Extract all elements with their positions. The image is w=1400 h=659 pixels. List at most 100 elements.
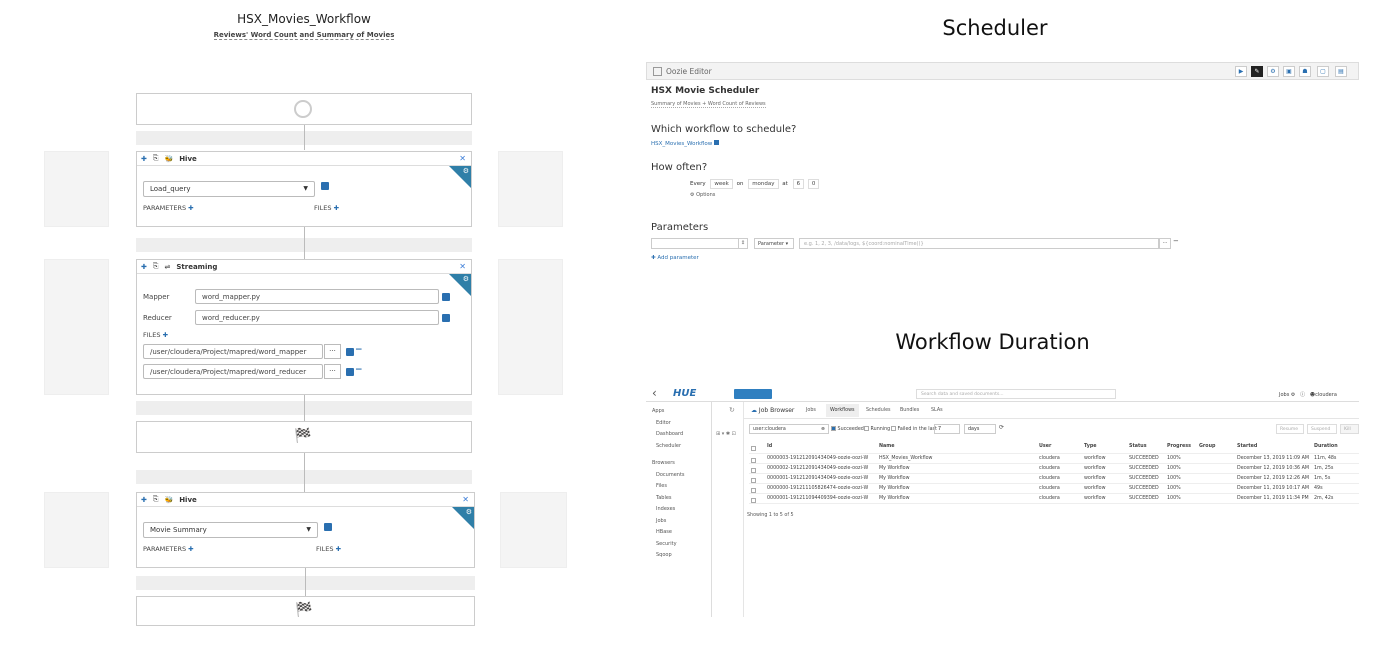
save-button[interactable]: ▣ [1283,66,1295,77]
sidebar-item-documents[interactable]: Documents [652,470,705,482]
col-type[interactable]: Type [1084,444,1097,449]
parameter-select[interactable]: ⇳ [651,238,748,249]
edit-button[interactable]: ✎ [1251,66,1263,77]
streaming-node[interactable]: ✚ ⎘ ⇌ Streaming ✕ ⚙ Mapper word_mapper.p… [136,259,472,395]
browse-button[interactable]: ... [324,344,341,359]
table-row[interactable]: 0000003-191212091434049-oozie-oozi-W HSX… [749,454,1359,464]
edit-icon[interactable] [321,182,329,190]
sidebar-item-dashboard[interactable]: Dashboard [652,429,705,441]
user-menu[interactable]: Jobs ⚙ ⓘ ☻cloudera [1279,391,1337,398]
table-row[interactable]: 0000002-191212091434049-oozie-oozi-W My … [749,464,1359,474]
sidebar-item-hbase[interactable]: HBase [652,527,705,539]
sidebar-item-security[interactable]: Security [652,539,705,551]
edit-icon[interactable] [714,140,720,145]
failed-filter[interactable]: Failed in the last [891,426,937,432]
drop-zone-left[interactable] [44,151,109,227]
edit-icon[interactable] [324,523,332,531]
col-name[interactable]: Name [879,444,895,449]
tab-slas[interactable]: SLAs [931,408,943,413]
day-select[interactable]: monday [748,179,779,189]
sidebar-item-scheduler[interactable]: Scheduler [652,441,705,453]
running-filter[interactable]: Running [864,426,890,432]
scheduler-name[interactable]: HSX Movie Scheduler [651,86,759,96]
refresh-icon[interactable]: ↻ [729,406,735,414]
close-icon[interactable]: ✕ [459,154,466,163]
parameter-type-button[interactable]: Parameter ▾ [754,238,794,249]
add-parameter-link[interactable]: ✚ Add parameter [651,255,699,261]
col-progress[interactable]: Progress [1167,444,1191,449]
col-status[interactable]: Status [1129,444,1147,449]
side-toggle-icons[interactable]: ⊞ ▾ ✱ ⊡ [716,431,736,437]
end-node[interactable]: 🏁 [136,421,472,453]
move-icon[interactable]: ✚ [141,263,147,271]
hue-logo[interactable]: HUE [673,388,696,399]
play-button[interactable]: ▶ [1235,66,1247,77]
copy-icon[interactable]: ⎘ [153,495,159,504]
drop-zone-left[interactable] [44,492,109,568]
query-select[interactable]: Movie Summary ▼ [143,522,318,538]
table-row[interactable]: 0000001-191212091434049-oozie-oozi-W My … [749,474,1359,484]
search-input[interactable]: Search data and saved documents... [916,389,1116,399]
row-checkbox[interactable] [751,458,756,463]
days-unit-select[interactable]: days [964,424,996,434]
succeeded-filter[interactable]: Succeeded [831,426,864,432]
copy-icon[interactable]: ⎘ [153,262,159,271]
remove-icon[interactable]: − [1173,237,1179,245]
period-select[interactable]: week [710,179,733,189]
suspend-button[interactable]: Suspend [1307,424,1337,434]
row-checkbox[interactable] [751,498,756,503]
start-node[interactable] [136,93,472,125]
user-filter-input[interactable]: user:cloudera ⊗ [749,424,829,434]
settings-button[interactable]: ⚙ [1267,66,1279,77]
parameter-browse[interactable]: … [1159,238,1171,249]
file-input-2[interactable]: /user/cloudera/Project/mapred/word_reduc… [143,364,323,379]
query-select[interactable]: Load_query ▼ [143,181,315,197]
drop-zone-left[interactable] [44,259,109,395]
refresh-filter-icon[interactable]: ⟳ [999,424,1004,431]
col-id[interactable]: Id [767,444,772,449]
users-button[interactable]: ☗ [1299,66,1311,77]
table-row[interactable]: 0000000-191211105826474-oozie-oozi-W My … [749,484,1359,494]
tab-workflows[interactable]: Workflows [826,404,859,417]
options-link[interactable]: ⚙ Options [690,192,715,198]
files-add[interactable]: FILES ✚ [314,204,339,212]
drop-zone-right[interactable] [498,259,563,395]
col-user[interactable]: User [1039,444,1051,449]
edit-icon[interactable] [442,293,450,301]
files-add[interactable]: FILES ✚ [316,545,341,553]
close-icon[interactable]: ✕ [459,262,466,271]
close-icon[interactable]: ✕ [462,495,469,504]
workflow-link[interactable]: HSX_Movies_Workflow [651,140,720,147]
sidebar-item-files[interactable]: Files [652,481,705,493]
table-row[interactable]: 0000001-191211094409394-oozie-oozi-W My … [749,494,1359,504]
parameter-value-input[interactable]: e.g. 1, 2, 3, /data/logs, ${coord:nomina… [799,238,1159,249]
remove-icon[interactable]: − [355,345,363,355]
col-duration[interactable]: Duration [1314,444,1338,449]
minute-select[interactable]: 0 [807,179,820,189]
row-checkbox[interactable] [751,468,756,473]
parameters-add[interactable]: PARAMETERS ✚ [143,545,194,553]
resume-button[interactable]: Resume [1276,424,1304,434]
edit-icon[interactable] [346,348,354,356]
back-icon[interactable]: ‹ [652,386,657,400]
sidebar-item-tables[interactable]: Tables [652,493,705,505]
scheduler-desc[interactable]: Summary of Movies + Word Count of Review… [651,101,766,108]
drop-zone-right[interactable] [500,492,567,568]
tab-bundles[interactable]: Bundles [900,408,919,413]
end-node[interactable]: 🏁 [136,596,475,626]
copy-icon[interactable]: ⎘ [153,154,159,163]
kill-button[interactable]: Kill [1340,424,1359,434]
new-button[interactable]: ▢ [1317,66,1329,77]
clear-icon[interactable]: ⊗ [821,427,825,432]
sidebar-item-indexes[interactable]: Indexes [652,504,705,516]
col-started[interactable]: Started [1237,444,1257,449]
drop-zone-right[interactable] [498,151,563,227]
tab-schedules[interactable]: Schedules [866,408,891,413]
row-checkbox[interactable] [751,478,756,483]
hive-node-1[interactable]: ✚ ⎘ 🐝 Hive ✕ ⚙ Load_query ▼ PARAMETERS ✚ … [136,151,472,227]
files-add[interactable]: FILES ✚ [143,331,168,339]
file-input-1[interactable]: /user/cloudera/Project/mapred/word_mappe… [143,344,323,359]
history-button[interactable]: ▤ [1335,66,1347,77]
row-checkbox[interactable] [751,488,756,493]
remove-icon[interactable]: − [355,365,363,375]
